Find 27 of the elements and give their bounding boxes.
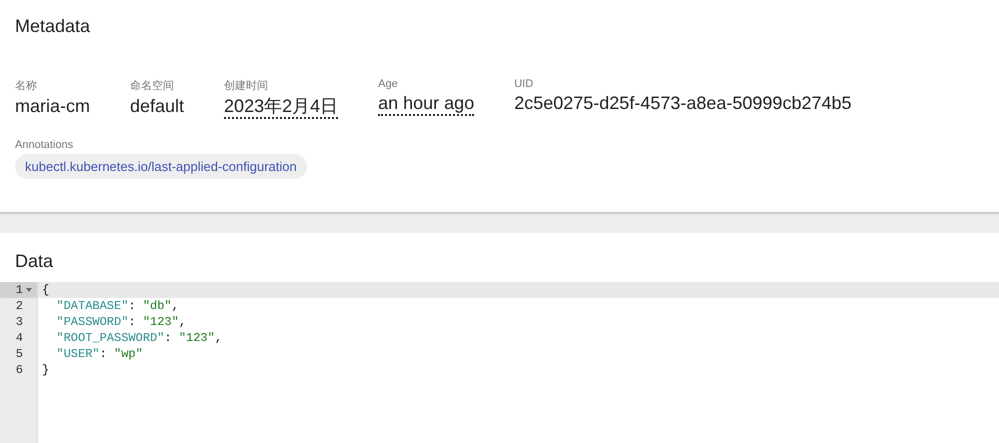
code-text: "USER": "wp" [55,346,144,362]
code-text: "ROOT_PASSWORD": "123", [55,330,224,346]
field-value: default [130,96,184,117]
field-value: an hour ago [378,93,474,116]
code-text: "DATABASE": "db", [55,298,180,314]
line-number: 5 [0,346,38,362]
code-text: { [38,282,999,298]
field-label: Age [378,78,398,90]
field-value: maria-cm [15,96,90,117]
field-label: 名称 [15,79,37,93]
code-text: } [41,362,50,378]
line-number: 3 [0,314,38,330]
field-value: 2c5e0275-d25f-4573-a8ea-50999cb274b5 [514,93,852,114]
line-number: 2 [0,298,38,314]
field-value: 2023年2月4日 [224,96,338,119]
code-text: "PASSWORD": "123", [55,314,188,330]
line-number: 1 [0,282,38,298]
line-number: 6 [0,362,38,378]
field-label: 创建时间 [224,79,268,93]
section-title: Metadata [15,16,90,37]
section-title: Data [15,251,54,272]
field-label: 命名空间 [130,78,174,93]
line-number: 4 [0,330,38,346]
field-label: UID [514,78,534,90]
fold-caret-icon[interactable] [25,286,33,294]
annotation-chip[interactable]: kubectl.kubernetes.io/last-applied-configuration [15,154,307,179]
field-label: Annotations [15,138,74,151]
